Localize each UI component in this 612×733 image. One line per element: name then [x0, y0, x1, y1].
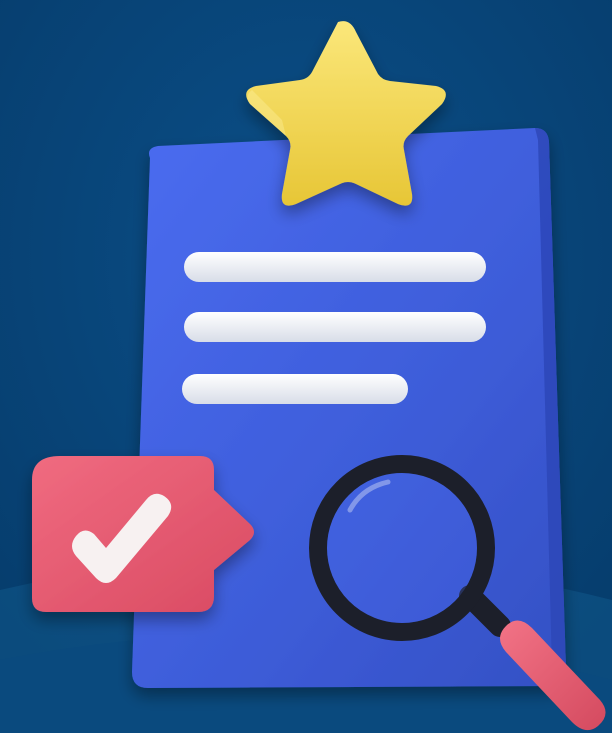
magnifier-lens: [327, 473, 477, 623]
illustration-canvas: [0, 0, 612, 733]
text-line: [184, 252, 486, 282]
review-illustration: [0, 0, 612, 733]
text-line: [182, 374, 408, 404]
text-line: [184, 312, 486, 342]
